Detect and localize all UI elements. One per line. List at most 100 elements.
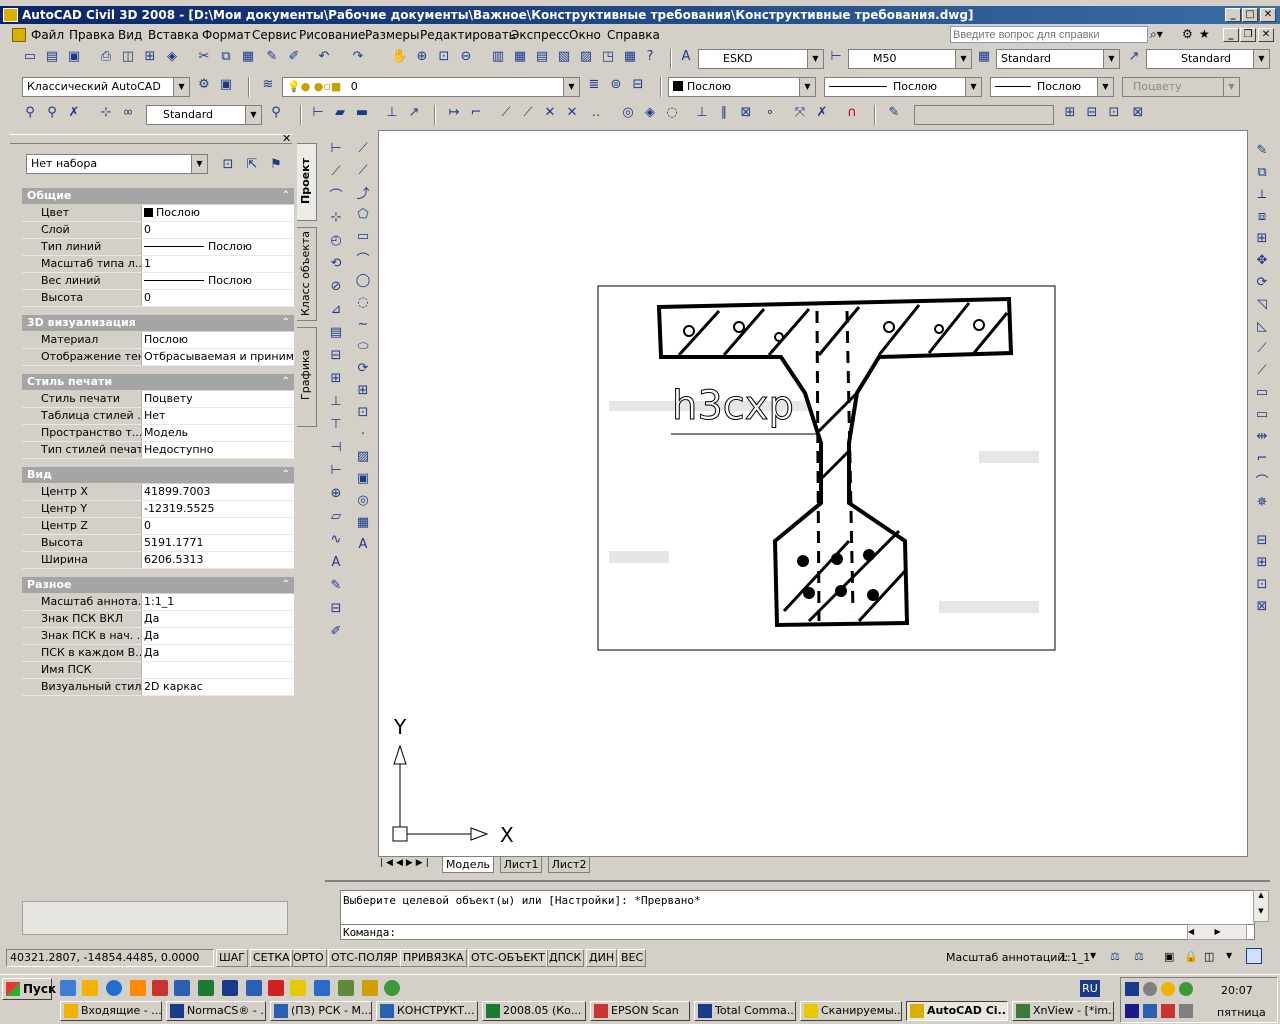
maximize-button[interactable]: □ — [1242, 8, 1258, 22]
taskbar-button[interactable]: AutoCAD Ci... — [906, 1001, 1008, 1021]
property-value-cell[interactable] — [141, 662, 294, 679]
glasses-icon[interactable]: ∞ — [118, 102, 138, 122]
multileader-style-icon[interactable]: ↗ — [1124, 46, 1144, 66]
property-value-cell[interactable]: Недоступно — [141, 442, 294, 459]
dbconnect-icon[interactable]: ◳ — [598, 46, 618, 66]
lock-icon[interactable]: 🔒 — [1184, 950, 1198, 963]
property-row[interactable]: Ширина 6206.5313 — [22, 552, 294, 569]
property-value-cell[interactable]: 1:1_1 — [141, 594, 294, 611]
lineweight-combo[interactable]: Послою ▼ — [990, 77, 1114, 97]
sheet-set-icon[interactable]: ▧ — [554, 46, 574, 66]
aligned-dim-icon[interactable]: ▰ — [330, 102, 350, 122]
inspection-icon[interactable]: ⊕ — [326, 483, 346, 503]
quicklaunch-doc-icon[interactable] — [246, 980, 262, 996]
move-icon[interactable]: ✥ — [1252, 250, 1272, 270]
doc-restore-button[interactable]: ❐ — [1240, 28, 1256, 42]
match-properties-icon[interactable]: ✎ — [262, 46, 282, 66]
angular-dim-icon[interactable]: ⊿ — [326, 299, 346, 319]
annotation-visibility-icon[interactable]: ⚖ — [1110, 950, 1120, 963]
status-toggle-отс-объект[interactable]: ОТС-ОБЪЕКТ — [468, 949, 548, 967]
property-value-cell[interactable]: Нет — [141, 408, 294, 425]
dim-tool-1-icon[interactable]: ⊞ — [1060, 102, 1080, 122]
markup-icon[interactable]: ▨ — [576, 46, 596, 66]
property-row[interactable]: Имя ПСК — [22, 662, 294, 679]
taskbar-button[interactable]: XnView - [*im... — [1012, 1001, 1114, 1021]
open-icon[interactable]: ▤ — [42, 46, 62, 66]
polyline-icon[interactable]: ⤴ — [353, 182, 373, 202]
tool-palettes-icon[interactable]: ▤ — [532, 46, 552, 66]
dim-style-icon[interactable]: ✐ — [326, 621, 346, 641]
text-style-combo[interactable]: ESKD ▼ — [698, 49, 824, 69]
print-icon[interactable]: ⎙ — [96, 46, 116, 66]
taskbar-button[interactable]: Сканируемы... — [800, 1001, 902, 1021]
doc-close-button[interactable]: ✕ — [1258, 28, 1274, 42]
erase-icon[interactable]: ✎ — [1252, 140, 1272, 160]
tray-icon-7[interactable] — [1161, 1004, 1175, 1018]
tracking-icon[interactable]: ⌐ — [466, 102, 486, 122]
paste-icon[interactable]: ▦ — [238, 46, 258, 66]
none-snap-icon[interactable]: ✗ — [812, 102, 832, 122]
ellipse-icon[interactable]: ⬭ — [353, 336, 373, 356]
quicklaunch-firefox-icon[interactable] — [130, 980, 146, 996]
color-combo[interactable]: Послою ▼ — [668, 77, 816, 97]
taskbar-button[interactable]: 2008.05 (Ко... — [482, 1001, 586, 1021]
property-row[interactable]: Цвет Послою — [22, 205, 294, 222]
tray-icon-3[interactable] — [1161, 982, 1175, 996]
menu-help[interactable]: Справка — [607, 27, 660, 43]
offset-icon[interactable]: ⧈ — [1252, 206, 1272, 226]
property-row[interactable]: Тип линий Послою — [22, 239, 294, 256]
quicklaunch-excel-icon[interactable] — [198, 980, 214, 996]
dim-style-manager-icon[interactable]: ⚲ — [266, 102, 286, 122]
pick-point-icon[interactable]: ⚲ — [20, 102, 40, 122]
property-value-cell[interactable]: 2D каркас — [141, 679, 294, 696]
point-icon[interactable]: · — [353, 424, 373, 444]
osnap-settings-icon[interactable]: ∩ — [842, 102, 862, 122]
drawing-canvas[interactable]: h3cxp Y X — [378, 130, 1248, 857]
revision-cloud-icon[interactable]: ◌ — [353, 292, 373, 312]
section-header[interactable]: 3D визуализация ⌃ — [22, 315, 294, 331]
calculator-icon[interactable]: ▦ — [620, 46, 640, 66]
quick-select-icon[interactable]: ⚑ — [266, 154, 286, 174]
section-header[interactable]: Стиль печати ⌃ — [22, 374, 294, 390]
print-preview-icon[interactable]: ◫ — [118, 46, 138, 66]
quick-dim-icon[interactable]: ▤ — [326, 322, 346, 342]
leader-icon[interactable]: ↗ — [404, 102, 424, 122]
aligned-dim-icon[interactable]: ⟋ — [326, 161, 346, 181]
dim-space-icon[interactable]: ⊥ — [326, 391, 346, 411]
menu-express[interactable]: Экспресс — [511, 27, 569, 43]
zoom-previous-icon[interactable]: ⊖ — [456, 46, 476, 66]
property-value-cell[interactable]: 6206.5313 — [141, 552, 294, 569]
property-row[interactable]: Центр X 41899.7003 — [22, 484, 294, 501]
rotate-icon[interactable]: ⟳ — [1252, 272, 1272, 292]
property-value-cell[interactable]: Отбрасываемая и приним... — [141, 349, 294, 366]
baseline-dim-icon[interactable]: ⊟ — [326, 345, 346, 365]
quadrant-snap-icon[interactable]: ◈ — [640, 102, 660, 122]
property-value-cell[interactable]: Послою — [141, 205, 294, 222]
property-row[interactable]: Центр Y -12319.5525 — [22, 501, 294, 518]
start-button[interactable]: Пуск — [2, 978, 56, 1000]
linear-dim-icon[interactable]: ⊢ — [308, 102, 328, 122]
extension-snap-icon[interactable]: ‥ — [586, 102, 606, 122]
property-row[interactable]: Слой 0 — [22, 222, 294, 239]
zoom-window-icon[interactable]: ⊡ — [434, 46, 454, 66]
dim-standard-combo[interactable]: Standard ▼ — [146, 105, 262, 125]
command-hscroll[interactable]: ◀ ▶ — [1187, 924, 1247, 940]
property-row[interactable]: Знак ПСК в нач. ... Да — [22, 628, 294, 645]
collapse-icon[interactable]: ⌃ — [282, 188, 290, 204]
dim-update-icon[interactable]: ✎ — [326, 575, 346, 595]
perpendicular-snap-icon[interactable]: ⊥ — [692, 102, 712, 122]
section-header[interactable]: Вид ⌃ — [22, 467, 294, 483]
coordinate-icon[interactable]: ⊹ — [96, 102, 116, 122]
break-icon[interactable]: ▭ — [1252, 404, 1272, 424]
radius-dim-icon[interactable]: ◴ — [326, 230, 346, 250]
property-row[interactable]: Визуальный стиль 2D каркас — [22, 679, 294, 696]
property-value-cell[interactable]: 5191.1771 — [141, 535, 294, 552]
dim-tool-4-icon[interactable]: ⊠ — [1128, 102, 1148, 122]
quicklaunch-desktop-icon[interactable] — [60, 980, 76, 996]
break-at-point-icon[interactable]: ▭ — [1252, 382, 1272, 402]
menu-insert[interactable]: Вставка — [148, 27, 199, 43]
collapse-icon[interactable]: ⌃ — [282, 315, 290, 331]
linetype-combo[interactable]: Послою ▼ — [824, 77, 982, 97]
property-value-cell[interactable]: Модель — [141, 425, 294, 442]
construction-line-icon[interactable]: ⟋ — [353, 160, 373, 180]
